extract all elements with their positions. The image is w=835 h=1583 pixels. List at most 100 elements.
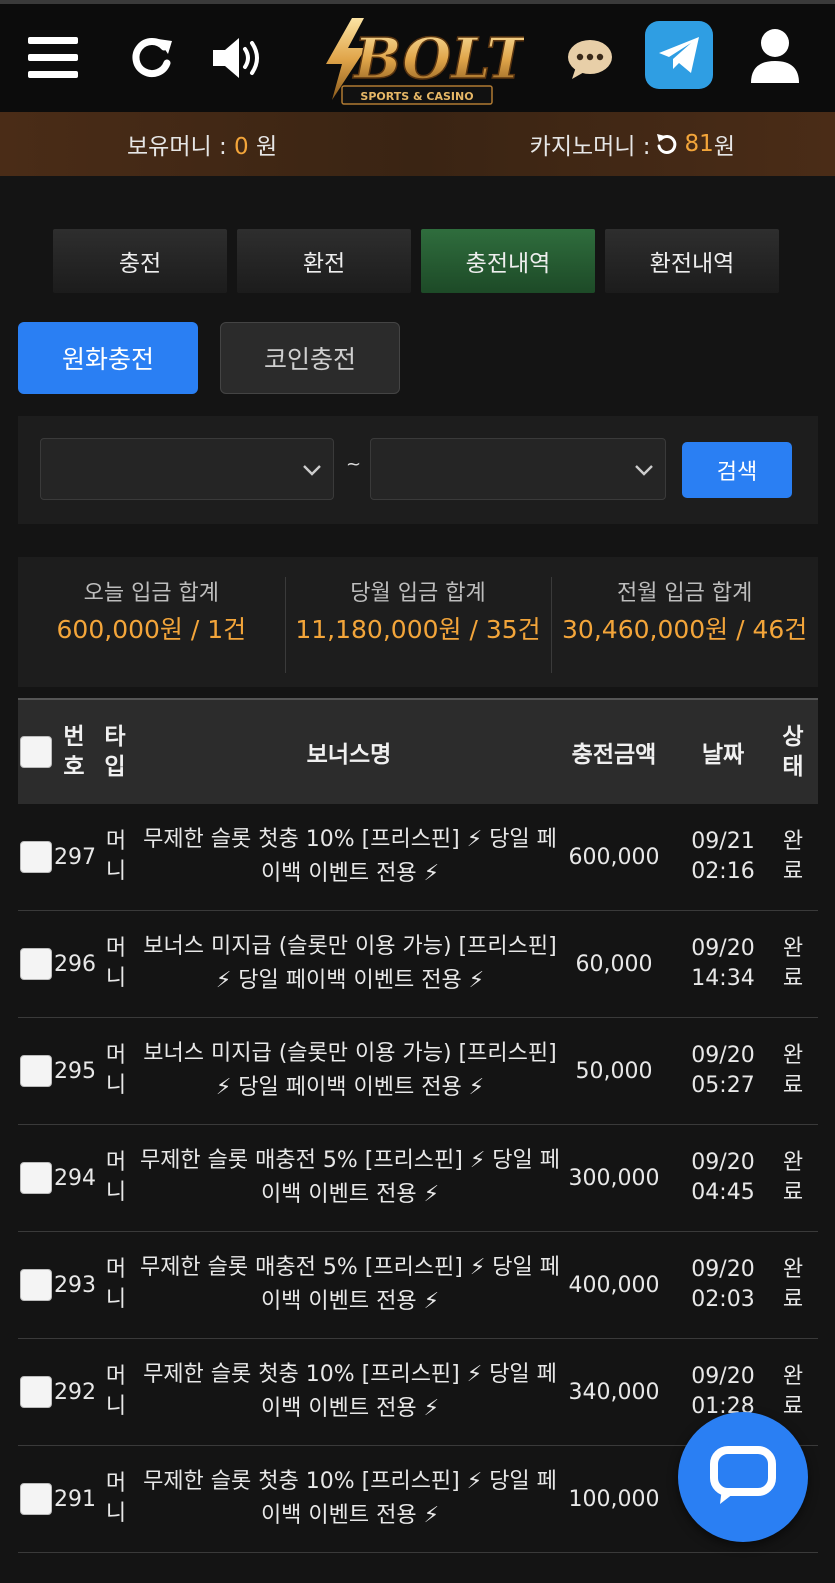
summary-this-month: 당월 입금 합계 11,180,000원 / 35건: [284, 557, 552, 687]
row-no: 297: [54, 844, 96, 870]
tab-withdraw-history[interactable]: 환전내역: [605, 229, 779, 293]
row-amount: 600,000: [568, 844, 660, 870]
subtab-krw-deposit[interactable]: 원화충전: [18, 322, 198, 394]
row-date: 09/20: [691, 1364, 755, 1389]
row-no: 296: [54, 951, 96, 977]
brand-logo[interactable]: BOLT SPORTS & CASINO: [312, 12, 533, 108]
volume-icon[interactable]: [210, 34, 266, 82]
row-checkbox[interactable]: [20, 1162, 52, 1194]
row-time: 02:16: [691, 859, 755, 884]
row-checkbox-cell: [18, 911, 54, 1017]
row-status: 완료: [782, 829, 804, 884]
row-checkbox-cell: [18, 804, 54, 910]
table-header: 번호 타입 보너스명 충전금액 날짜 상태: [18, 698, 818, 804]
row-checkbox[interactable]: [20, 1376, 52, 1408]
date-filter: ~ 검색: [18, 416, 818, 524]
select-all-checkbox-cell: [18, 700, 54, 804]
telegram-icon[interactable]: [645, 21, 713, 89]
select-all-checkbox[interactable]: [20, 736, 52, 768]
user-icon[interactable]: [748, 26, 802, 86]
row-type: 머니: [105, 936, 127, 991]
row-date: 09/20: [691, 1150, 755, 1175]
row-amount: 340,000: [568, 1379, 660, 1405]
row-bonus: 무제한 슬롯 매충전 5% [프리스핀] ⚡ 당일 페이백 이벤트 전용 ⚡: [139, 1148, 561, 1207]
row-type: 머니: [105, 829, 127, 884]
menu-icon[interactable]: [28, 34, 80, 82]
header-bonus: 보너스명: [306, 742, 392, 768]
header-status: 상태: [782, 724, 804, 780]
main-tabs: 충전 환전 충전내역 환전내역: [53, 229, 779, 293]
top-bar: BOLT SPORTS & CASINO: [0, 0, 835, 112]
svg-text:BOLT: BOLT: [352, 26, 524, 92]
row-datetime: 09/20 05:27: [678, 1018, 768, 1124]
chevron-down-icon: [301, 459, 323, 485]
end-date-select[interactable]: [370, 438, 666, 500]
row-amount: 100,000: [568, 1486, 660, 1512]
row-no: 291: [54, 1486, 96, 1512]
row-type: 머니: [105, 1364, 127, 1419]
row-no: 295: [54, 1058, 96, 1084]
row-amount: 300,000: [568, 1165, 660, 1191]
header-date: 날짜: [701, 742, 745, 768]
row-checkbox-cell: [18, 1018, 54, 1124]
row-date: 09/20: [691, 1043, 755, 1068]
row-time: 14:34: [691, 966, 755, 991]
header-no: 번호: [63, 724, 85, 780]
summary-today: 오늘 입금 합계 600,000원 / 1건: [56, 581, 247, 644]
row-bonus: 보너스 미지급 (슬롯만 이용 가능) [프리스핀] ⚡ 당일 페이백 이벤트 …: [143, 934, 557, 993]
table-row: 296 머니 보너스 미지급 (슬롯만 이용 가능) [프리스핀] ⚡ 당일 페…: [18, 911, 818, 1018]
header-type: 타입: [104, 724, 126, 780]
row-checkbox[interactable]: [20, 1055, 52, 1087]
tab-deposit-history[interactable]: 충전내역: [421, 229, 595, 293]
balance-bar: 보유머니 : 0 원 카지노머니 : 81 원: [0, 112, 835, 176]
row-bonus: 무제한 슬롯 첫충 10% [프리스핀] ⚡ 당일 페이백 이벤트 전용 ⚡: [143, 1469, 557, 1528]
row-no: 293: [54, 1272, 96, 1298]
chat-icon: [710, 1446, 776, 1504]
tab-withdraw[interactable]: 환전: [237, 229, 411, 293]
chat-bubble-icon[interactable]: [566, 36, 614, 82]
row-amount: 400,000: [568, 1272, 660, 1298]
row-checkbox[interactable]: [20, 948, 52, 980]
tab-deposit[interactable]: 충전: [53, 229, 227, 293]
row-time: 05:27: [691, 1073, 755, 1098]
row-no: 294: [54, 1165, 96, 1191]
svg-text:SPORTS & CASINO: SPORTS & CASINO: [360, 90, 473, 103]
row-no: 292: [54, 1379, 96, 1405]
search-button[interactable]: 검색: [682, 442, 792, 498]
row-status: 완료: [782, 1043, 804, 1098]
sub-tabs: 원화충전 코인충전: [18, 322, 400, 394]
row-type: 머니: [105, 1043, 127, 1098]
live-chat-button[interactable]: [678, 1412, 808, 1542]
row-bonus: 무제한 슬롯 매충전 5% [프리스핀] ⚡ 당일 페이백 이벤트 전용 ⚡: [139, 1255, 561, 1314]
header-amount: 충전금액: [571, 742, 657, 768]
row-datetime: 09/20 02:03: [678, 1232, 768, 1338]
casino-value: 81: [684, 131, 714, 157]
casino-refresh-icon[interactable]: [655, 132, 679, 156]
row-time: 04:45: [691, 1180, 755, 1205]
row-bonus: 보너스 미지급 (슬롯만 이용 가능) [프리스핀] ⚡ 당일 페이백 이벤트 …: [143, 1041, 557, 1100]
date-range-separator: ~: [346, 454, 362, 475]
casino-balance: 카지노머니 : 81 원: [529, 131, 735, 160]
row-checkbox[interactable]: [20, 1269, 52, 1301]
money-value: 0: [234, 134, 249, 160]
row-checkbox[interactable]: [20, 1483, 52, 1515]
row-checkbox-cell: [18, 1232, 54, 1338]
chevron-down-icon: [633, 459, 655, 485]
start-date-select[interactable]: [40, 438, 334, 500]
row-datetime: 09/20 04:45: [678, 1125, 768, 1231]
refresh-icon[interactable]: [128, 34, 174, 82]
table-row: 295 머니 보너스 미지급 (슬롯만 이용 가능) [프리스핀] ⚡ 당일 페…: [18, 1018, 818, 1125]
row-datetime: 09/21 02:16: [678, 804, 768, 910]
row-type: 머니: [105, 1150, 127, 1205]
row-bonus: 무제한 슬롯 첫충 10% [프리스핀] ⚡ 당일 페이백 이벤트 전용 ⚡: [143, 1362, 557, 1421]
deposit-history-table: 번호 타입 보너스명 충전금액 날짜 상태 297 머니 무제한 슬롯 첫충 1…: [18, 698, 818, 1553]
row-amount: 50,000: [575, 1058, 653, 1084]
row-checkbox[interactable]: [20, 841, 52, 873]
summary-last-month: 전월 입금 합계 30,460,000원 / 46건: [551, 557, 818, 687]
subtab-coin-deposit[interactable]: 코인충전: [220, 322, 400, 394]
deposit-summary: 오늘 입금 합계 600,000원 / 1건 당월 입금 합계 11,180,0…: [18, 557, 818, 687]
row-date: 09/20: [691, 936, 755, 961]
row-bonus: 무제한 슬롯 첫충 10% [프리스핀] ⚡ 당일 페이백 이벤트 전용 ⚡: [143, 827, 557, 886]
row-status: 완료: [782, 936, 804, 991]
row-checkbox-cell: [18, 1125, 54, 1231]
